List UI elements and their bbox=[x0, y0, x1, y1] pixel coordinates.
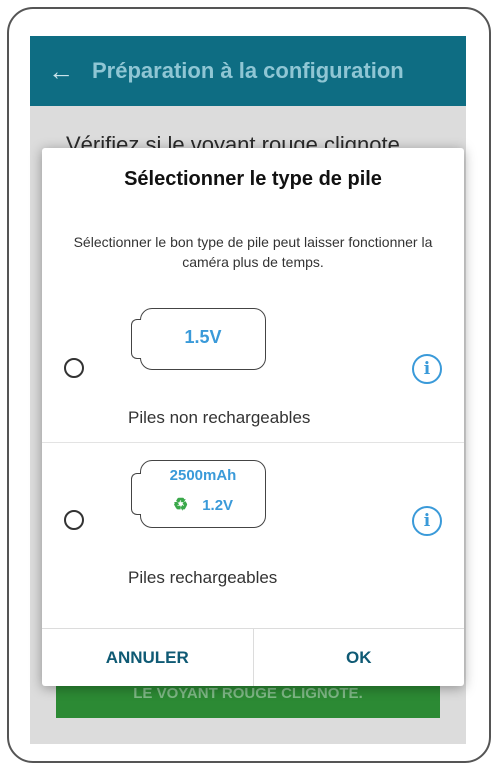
battery-voltage: 1.5V bbox=[184, 327, 222, 347]
option-label: Piles non rechargeables bbox=[128, 408, 311, 427]
arrow-left-icon[interactable]: ← bbox=[30, 58, 92, 84]
app-bar: ← Préparation à la configuration bbox=[30, 36, 466, 106]
battery-voltage: 1.2V bbox=[202, 497, 234, 514]
info-icon[interactable]: i bbox=[412, 354, 442, 384]
battery-icon: 1.5V bbox=[131, 308, 266, 370]
battery-type-dialog: Sélectionner le type de pile Sélectionne… bbox=[42, 148, 464, 686]
battery-terminal bbox=[131, 473, 141, 515]
info-icon[interactable]: i bbox=[412, 506, 442, 536]
dialog-title: Sélectionner le type de pile bbox=[124, 168, 382, 190]
radio-rechargeable[interactable] bbox=[64, 510, 84, 530]
option-rechargeable[interactable]: 2500mAh ♻ 1.2V i Piles rechargeables bbox=[42, 444, 464, 594]
battery-capacity: 2500mAh bbox=[169, 467, 237, 484]
dialog-description: Sélectionner le bon type de pile peut la… bbox=[73, 234, 433, 270]
dialog-actions: ANNULER OK bbox=[42, 628, 464, 686]
option-label: Piles rechargeables bbox=[128, 568, 278, 587]
option-divider bbox=[42, 442, 464, 443]
battery-icon: 2500mAh ♻ 1.2V bbox=[131, 460, 266, 528]
ok-button[interactable]: OK bbox=[254, 629, 465, 686]
page-title: Préparation à la configuration bbox=[92, 58, 404, 83]
battery-row: ♻ 1.2V bbox=[141, 495, 265, 515]
battery-terminal bbox=[131, 319, 141, 359]
option-non-rechargeable[interactable]: 1.5V i Piles non rechargeables bbox=[42, 308, 464, 443]
recycle-icon: ♻ bbox=[172, 495, 189, 514]
cancel-button[interactable]: ANNULER bbox=[42, 629, 254, 686]
radio-non-rechargeable[interactable] bbox=[64, 358, 84, 378]
